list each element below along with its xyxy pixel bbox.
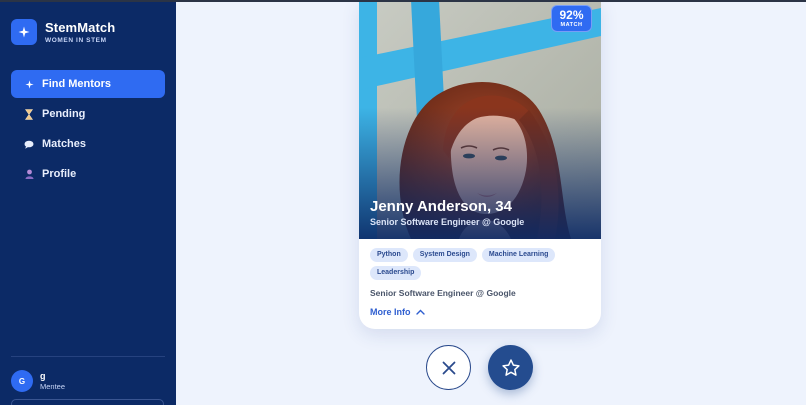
match-score-badge: 92% MATCH — [551, 5, 592, 32]
window-top-border — [0, 0, 806, 2]
user-name: g — [40, 371, 46, 381]
sparkle-icon — [23, 78, 35, 90]
nav-item-label: Pending — [42, 108, 86, 120]
chevron-up-icon — [415, 309, 425, 315]
main-nav: Find Mentors Pending Matches Profile — [11, 70, 165, 190]
mentor-card[interactable]: 92% MATCH Jenny Anderson, 34 Senior Soft… — [359, 0, 601, 329]
favorite-button[interactable] — [488, 345, 533, 390]
more-info-label: More Info — [370, 307, 411, 317]
user-summary[interactable]: G g Mentee — [11, 370, 65, 392]
brand-name: StemMatch — [45, 19, 116, 35]
skill-tag: Machine Learning — [481, 248, 556, 262]
sidebar-divider — [11, 356, 165, 357]
mentor-name: Jenny Anderson, 34 — [370, 198, 512, 215]
brand[interactable]: StemMatch WOMEN IN STEM — [11, 19, 115, 45]
match-score-value: 92% — [559, 8, 584, 22]
chat-bubble-icon — [23, 138, 35, 150]
skill-tag: Leadership — [370, 266, 422, 280]
sparkle-logo-icon — [11, 19, 37, 45]
mentor-bio: Senior Software Engineer @ Google — [370, 288, 516, 298]
avatar: G — [11, 370, 33, 392]
match-score-label: MATCH — [560, 22, 583, 28]
person-icon — [23, 168, 35, 180]
user-role: Mentee — [40, 382, 66, 391]
nav-item-matches[interactable]: Matches — [11, 130, 165, 158]
skill-tags: Python System Design Machine Learning Le… — [370, 248, 592, 284]
more-info-toggle[interactable]: More Info — [370, 307, 425, 317]
nav-item-label: Find Mentors — [42, 78, 112, 90]
nav-item-pending[interactable]: Pending — [11, 100, 165, 128]
hourglass-icon — [23, 108, 35, 120]
nav-item-profile[interactable]: Profile — [11, 160, 165, 188]
close-icon — [442, 361, 455, 374]
mentor-headline: Senior Software Engineer @ Google — [370, 217, 525, 227]
nav-item-label: Matches — [42, 138, 87, 150]
star-icon — [501, 358, 520, 376]
skill-tag: System Design — [412, 248, 477, 262]
pass-button[interactable] — [426, 345, 471, 390]
skill-tag: Python — [370, 248, 408, 262]
sidebar: StemMatch WOMEN IN STEM Find Mentors Pen… — [0, 0, 176, 405]
brand-tagline: WOMEN IN STEM — [45, 36, 107, 44]
nav-item-label: Profile — [42, 168, 77, 180]
nav-item-find-mentors[interactable]: Find Mentors — [11, 70, 165, 98]
sidebar-bottom-button[interactable] — [11, 399, 164, 405]
